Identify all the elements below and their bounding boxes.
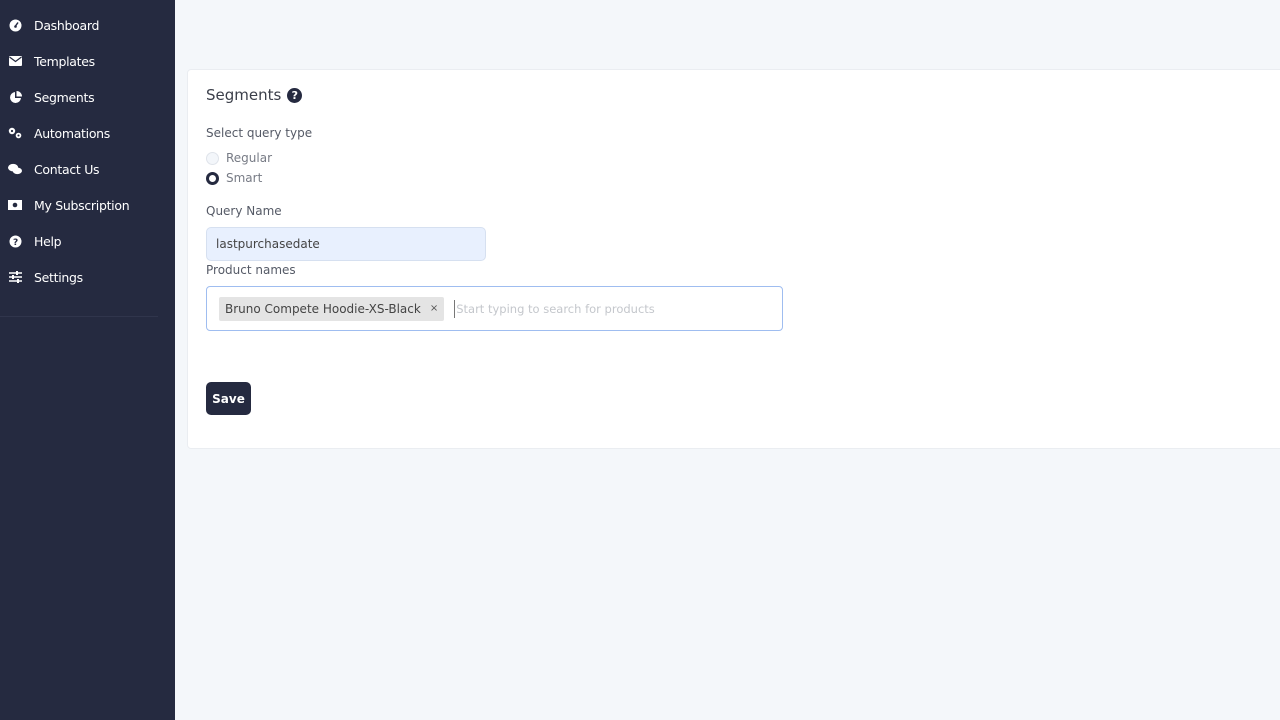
sidebar-divider [0,316,158,317]
product-search-input[interactable]: Bruno Compete Hoodie-XS-Black × Start typ… [206,286,783,331]
svg-text:?: ? [13,238,18,248]
page-title-text: Segments [206,86,282,104]
sidebar-item-label: Settings [34,269,83,285]
pie-chart-icon [8,90,22,104]
query-name-label: Query Name [206,204,282,218]
radio-label: Smart [226,171,263,185]
sidebar-item-label: Contact Us [34,161,100,177]
sidebar-item-label: Automations [34,125,111,141]
query-name-input[interactable]: lastpurchasedate [206,227,486,261]
sidebar-item-settings[interactable]: Settings [0,259,175,295]
radio-label: Regular [226,151,273,165]
product-search-placeholder[interactable]: Start typing to search for products [454,299,655,318]
save-button[interactable]: Save [206,382,251,415]
help-icon[interactable]: ? [287,87,303,103]
sidebar-item-label: Templates [34,53,95,69]
sidebar-item-contact-us[interactable]: Contact Us [0,151,175,187]
radio-regular[interactable]: Regular [206,151,272,165]
sidebar-item-segments[interactable]: Segments [0,79,175,115]
radio-circle[interactable] [206,151,219,165]
radio-circle[interactable] [206,171,219,185]
remove-tag-icon[interactable]: × [430,303,438,314]
sidebar: Dashboard Templates Segments Automations… [0,0,175,720]
cogs-icon [8,126,22,140]
product-names-label: Product names [206,263,296,277]
query-type-label: Select query type [206,126,313,140]
sidebar-item-help[interactable]: ? Help [0,223,175,259]
sidebar-item-automations[interactable]: Automations [0,115,175,151]
sidebar-item-label: Help [34,233,62,249]
tachometer-icon [8,18,22,32]
sidebar-item-label: Dashboard [34,17,100,33]
product-tag-label: Bruno Compete Hoodie-XS-Black [225,301,421,316]
segment-form-card: Segments? Select query type Regular Smar… [187,69,1280,449]
envelope-icon [8,54,22,68]
money-bill-icon [8,198,22,212]
sidebar-item-dashboard[interactable]: Dashboard [0,7,175,43]
radio-smart[interactable]: Smart [206,171,262,185]
comments-icon [8,162,22,176]
sliders-icon [8,270,22,284]
sidebar-item-label: Segments [34,89,95,105]
question-circle-icon: ? [8,234,22,248]
sidebar-item-label: My Subscription [34,197,130,213]
product-tag: Bruno Compete Hoodie-XS-Black × [219,296,445,321]
page-title: Segments? [206,86,303,104]
sidebar-item-templates[interactable]: Templates [0,43,175,79]
sidebar-item-my-subscription[interactable]: My Subscription [0,187,175,223]
